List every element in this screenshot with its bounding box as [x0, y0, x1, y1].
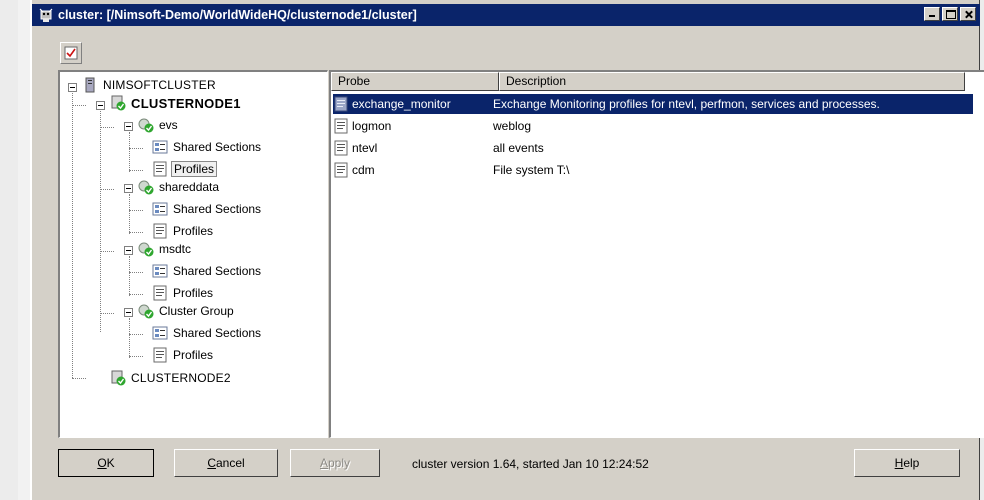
cluster-server-icon [85, 77, 95, 93]
mnemonic-letter: H [894, 456, 904, 470]
status-text: cluster version 1.64, started Jan 10 12:… [412, 457, 649, 471]
probe-name: logmon [352, 119, 392, 133]
probe-description: all events [493, 141, 544, 155]
column-header-description[interactable]: Description [499, 72, 965, 91]
tree-node-root[interactable]: NIMSOFTCLUSTER [82, 76, 218, 94]
probe-description: Exchange Monitoring profiles for ntevl, … [493, 97, 880, 111]
probe-document-icon [334, 140, 348, 156]
group-ok-icon [138, 180, 154, 195]
tree-node-label: Cluster Group [159, 304, 234, 318]
tree-expander[interactable] [68, 83, 77, 92]
checklist-icon [64, 46, 78, 60]
tree-node-group-cluster-group[interactable]: Cluster Group [138, 302, 236, 320]
tree-node-group-msdtc[interactable]: msdtc [138, 240, 193, 258]
desktop-margin-left [0, 0, 18, 500]
profiles-icon [153, 161, 167, 177]
button-label: ancel [215, 456, 245, 470]
list-row[interactable]: cdm File system T:\ [333, 160, 973, 180]
column-header-probe[interactable]: Probe [331, 72, 499, 91]
button-label: K [106, 456, 115, 470]
tree-expander[interactable] [96, 101, 105, 110]
tree-expander[interactable] [124, 184, 133, 193]
tree-expander[interactable] [124, 246, 133, 255]
probe-description: weblog [493, 119, 532, 133]
nimsoft-robot-icon [39, 8, 53, 22]
group-ok-icon [138, 118, 154, 133]
profiles-icon [153, 285, 167, 301]
profiles-icon [153, 347, 167, 363]
button-label: pply [328, 456, 351, 470]
profiles-icon [153, 223, 167, 239]
apply-button[interactable]: Apply [290, 449, 380, 477]
probe-name: cdm [352, 163, 375, 177]
probe-name: exchange_monitor [352, 97, 451, 111]
close-button[interactable] [960, 7, 976, 21]
tree-node-label: Profiles [173, 224, 214, 238]
probe-list[interactable]: Probe Description exchange_monitor Excha… [329, 70, 984, 438]
tree-node-label: Shared Sections [173, 264, 262, 278]
tree-node-label: NIMSOFTCLUSTER [103, 78, 216, 92]
toolbar-checklist-button[interactable] [60, 42, 82, 64]
tree-node-clusternode1[interactable]: CLUSTERNODE1 [110, 94, 243, 112]
ok-button[interactable]: OK [58, 449, 154, 477]
tree-node-label: Profiles [173, 286, 214, 300]
probe-document-icon [334, 118, 348, 134]
tree-node-label: CLUSTERNODE1 [131, 95, 241, 111]
list-row[interactable]: ntevl all events [333, 138, 973, 158]
maximize-button[interactable] [942, 7, 958, 21]
tree-node-profiles[interactable]: Profiles [152, 160, 218, 178]
window-controls [922, 7, 976, 21]
shared-sections-icon [152, 202, 168, 216]
probe-selected-icon [334, 96, 348, 112]
tree-node-label: shareddata [159, 180, 220, 194]
cancel-button[interactable]: Cancel [174, 449, 278, 477]
button-label: elp [903, 456, 920, 470]
node-ok-icon [111, 95, 126, 111]
shared-sections-icon [152, 140, 168, 154]
group-ok-icon [138, 304, 154, 319]
title-bar[interactable]: cluster: [/Nimsoft-Demo/WorldWideHQ/clus… [32, 4, 980, 26]
tree-node-label: Shared Sections [173, 202, 262, 216]
tree-node-profiles[interactable]: Profiles [152, 346, 215, 364]
tree-node-clusternode2[interactable]: CLUSTERNODE2 [110, 369, 233, 387]
tree-node-shared-sections[interactable]: Shared Sections [152, 200, 263, 218]
list-row[interactable]: exchange_monitor Exchange Monitoring pro… [333, 94, 973, 114]
mnemonic-letter: A [319, 456, 328, 470]
tree-node-shared-sections[interactable]: Shared Sections [152, 138, 263, 156]
tree-node-label: CLUSTERNODE2 [131, 371, 231, 385]
mnemonic-letter: O [97, 456, 107, 470]
tree-node-shared-sections[interactable]: Shared Sections [152, 262, 263, 280]
tree-expander[interactable] [124, 308, 133, 317]
list-row[interactable]: logmon weblog [333, 116, 973, 136]
tree-node-label: Shared Sections [173, 326, 262, 340]
probe-description: File system T:\ [493, 163, 570, 177]
tree-node-label: msdtc [159, 242, 192, 256]
list-header: Probe Description [331, 72, 965, 91]
minimize-button[interactable] [924, 7, 940, 21]
tree-node-label: Shared Sections [173, 140, 262, 154]
tree-node-label: evs [159, 118, 178, 132]
cluster-dialog: cluster: [/Nimsoft-Demo/WorldWideHQ/clus… [30, 0, 984, 500]
tree-node-group-evs[interactable]: evs [138, 116, 180, 134]
tree-node-shared-sections[interactable]: Shared Sections [152, 324, 263, 342]
tree-node-label: Profiles [171, 161, 218, 177]
window-title: cluster: [/Nimsoft-Demo/WorldWideHQ/clus… [58, 8, 417, 22]
shared-sections-icon [152, 326, 168, 340]
tree-expander[interactable] [124, 122, 133, 131]
tree-node-profiles[interactable]: Profiles [152, 222, 215, 240]
tree-node-label: Profiles [173, 348, 214, 362]
group-ok-icon [138, 242, 154, 257]
probe-document-icon [334, 162, 348, 178]
tree-node-profiles[interactable]: Profiles [152, 284, 215, 302]
mnemonic-letter: C [207, 456, 216, 470]
shared-sections-icon [152, 264, 168, 278]
help-button[interactable]: Help [854, 449, 960, 477]
probe-name: ntevl [352, 141, 378, 155]
cluster-tree[interactable]: NIMSOFTCLUSTER CLUSTERNODE1 evs Shared S… [58, 70, 328, 438]
node-ok-icon [111, 370, 126, 386]
tree-node-group-shareddata[interactable]: shareddata [138, 178, 221, 196]
